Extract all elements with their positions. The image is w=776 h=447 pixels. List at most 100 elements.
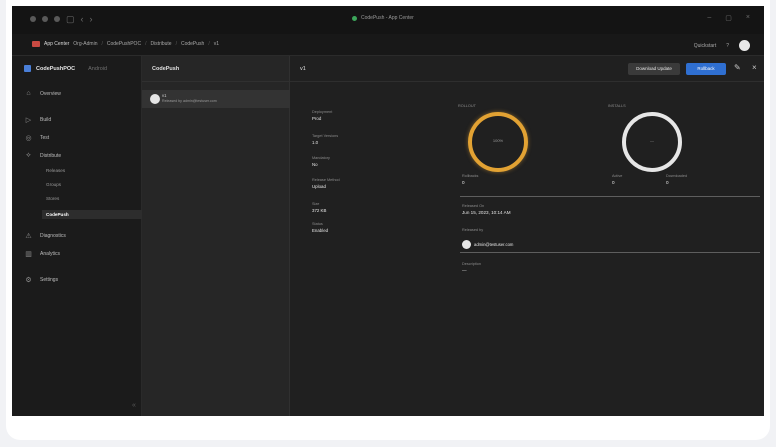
breadcrumb-release[interactable]: v1 — [214, 41, 219, 47]
analytics-icon: ▥ — [25, 251, 32, 258]
prop-label: Target Versions — [312, 134, 339, 138]
prop-size: Size 372 KB — [312, 202, 326, 213]
help-icon[interactable]: ? — [726, 43, 729, 49]
stat-value: 0 — [462, 180, 465, 185]
description: Description — — [462, 262, 481, 273]
stat-rollbacks: Rollbacks 0 — [462, 174, 478, 185]
sidebar: CodePushPOC Android ⌂ Overview ▷ Build ◎… — [12, 56, 142, 416]
test-icon: ◎ — [25, 135, 32, 142]
sidebar-item-label: Diagnostics — [40, 233, 66, 239]
breadcrumb-distribute[interactable]: Distribute — [150, 41, 171, 47]
prop-value: No — [312, 162, 318, 167]
close-window-dot[interactable] — [30, 16, 36, 22]
prop-label: Status — [312, 222, 323, 226]
release-avatar-icon — [150, 94, 160, 104]
app-center-link[interactable]: App Center — [44, 41, 69, 47]
url-bar[interactable]: CodePush - App Center — [352, 15, 414, 21]
minimize-window-dot[interactable] — [42, 16, 48, 22]
app-icon — [24, 65, 31, 72]
stat-downloaded: Downloaded 0 — [666, 174, 687, 185]
sidebar-item-label: Distribute — [40, 153, 62, 159]
sidebar-subitem-releases[interactable]: Releases — [46, 168, 65, 173]
sidebar-subitem-codepush[interactable]: CodePush — [46, 212, 69, 217]
breadcrumb-separator: / — [101, 41, 103, 47]
prop-value: Upload — [312, 184, 326, 189]
sidebar-item-label: Build — [40, 117, 52, 123]
secure-indicator-icon — [352, 15, 357, 21]
breadcrumb-app[interactable]: CodePushPOC — [107, 41, 141, 47]
prop-label: Size — [312, 202, 320, 206]
restore-icon[interactable]: ▢ — [725, 14, 732, 22]
collapse-sidebar-icon[interactable]: « — [132, 402, 136, 409]
prop-mandatory: Mandatory No — [312, 156, 330, 167]
release-list-pane: CodePush v1 Released by admin@testuser.c… — [142, 56, 290, 416]
installs-label: INSTALLS — [608, 104, 626, 108]
sidebar-subitem-groups[interactable]: Groups — [46, 182, 61, 187]
maximize-window-dot[interactable] — [54, 16, 60, 22]
rollout-value: 100% — [492, 138, 504, 143]
prop-status: Status Enabled — [312, 222, 328, 233]
rollback-button[interactable]: Rollback — [686, 63, 726, 75]
sidebar-item-label: Settings — [40, 277, 59, 283]
stat-value: — — [462, 268, 467, 273]
settings-icon: ⚙ — [25, 277, 32, 284]
breadcrumb-codepush[interactable]: CodePush — [181, 41, 204, 47]
prop-value: Enabled — [312, 228, 329, 233]
stat-value: Jun 15, 2023, 10:14 AM — [462, 210, 511, 215]
released-by-user: admin@testuser.com — [462, 240, 513, 249]
breadcrumb-org[interactable]: Org-Admin — [73, 41, 97, 47]
sidebar-item-label: Test — [40, 135, 50, 141]
stat-label: Description — [462, 262, 481, 266]
prop-value: 1.0 — [312, 140, 319, 145]
rollout-label: ROLLOUT — [458, 104, 476, 108]
sidebar-subitem-stores[interactable]: Stores — [46, 196, 59, 201]
sidebar-item-build[interactable]: ▷ Build — [24, 116, 51, 124]
close-icon[interactable]: × — [746, 14, 750, 22]
sidebar-item-label: Overview — [40, 90, 61, 97]
sidebar-app-header[interactable]: CodePushPOC Android — [24, 65, 107, 72]
prop-label: Release Method — [312, 178, 340, 182]
prop-release-method: Release Method Upload — [312, 178, 340, 189]
sidebar-item-test[interactable]: ◎ Test — [24, 134, 49, 142]
sidebar-item-analytics[interactable]: ▥ Analytics — [24, 250, 60, 258]
stat-value: 0 — [612, 180, 615, 185]
divider — [460, 252, 760, 253]
sidebar-item-settings[interactable]: ⚙ Settings — [24, 276, 58, 284]
rollout-gauge: 100% — [468, 112, 528, 172]
list-item-description: Released by admin@testuser.com — [162, 99, 217, 103]
app-center-logo-icon[interactable] — [32, 41, 40, 47]
release-detail: v1 Download Update Rollback ✎ × Deployme… — [290, 56, 764, 416]
prop-value: Prod — [312, 116, 322, 121]
sidebar-app-platform: Android — [88, 65, 108, 72]
edit-icon[interactable]: ✎ — [734, 63, 741, 72]
minimize-icon[interactable]: – — [707, 14, 711, 22]
breadcrumb-separator: / — [208, 41, 210, 47]
quickstart-link[interactable]: Quickstart — [694, 43, 717, 49]
installs-gauge: — — [622, 112, 682, 172]
released-by: Released by — [462, 228, 483, 234]
back-arrow-icon[interactable]: ‹ — [81, 15, 84, 24]
prop-label: Deployment — [312, 110, 333, 114]
download-update-button[interactable]: Download Update — [628, 63, 680, 75]
forward-arrow-icon[interactable]: › — [90, 15, 93, 24]
sidebar-item-distribute[interactable]: ⟡ Distribute — [24, 152, 61, 160]
prop-deployment: Deployment Prod — [312, 110, 332, 121]
sidebar-toggle-icon[interactable]: ▢ — [66, 15, 75, 24]
sidebar-item-overview[interactable]: ⌂ Overview — [24, 90, 61, 97]
breadcrumb-separator: / — [175, 41, 177, 47]
sidebar-item-diagnostics[interactable]: ⚠ Diagnostics — [24, 232, 66, 240]
close-icon[interactable]: × — [752, 63, 757, 72]
stat-label: Released On — [462, 204, 485, 208]
avatar[interactable] — [739, 40, 750, 51]
released-on: Released On Jun 15, 2023, 10:14 AM — [462, 204, 511, 215]
list-header: CodePush — [142, 56, 290, 82]
breadcrumb-separator: / — [145, 41, 147, 47]
list-item[interactable]: v1 Released by admin@testuser.com — [142, 90, 290, 108]
app-window: ▢ ‹ › CodePush - App Center – ▢ × App Ce… — [12, 6, 764, 416]
breadcrumb-bar: App Center Org-Admin / CodePushPOC / Dis… — [12, 34, 764, 56]
build-icon: ▷ — [25, 117, 32, 124]
sidebar-item-label: Analytics — [40, 251, 61, 257]
stat-active: Active 0 — [612, 174, 622, 185]
home-icon: ⌂ — [26, 90, 31, 97]
stat-value: 0 — [666, 180, 669, 185]
